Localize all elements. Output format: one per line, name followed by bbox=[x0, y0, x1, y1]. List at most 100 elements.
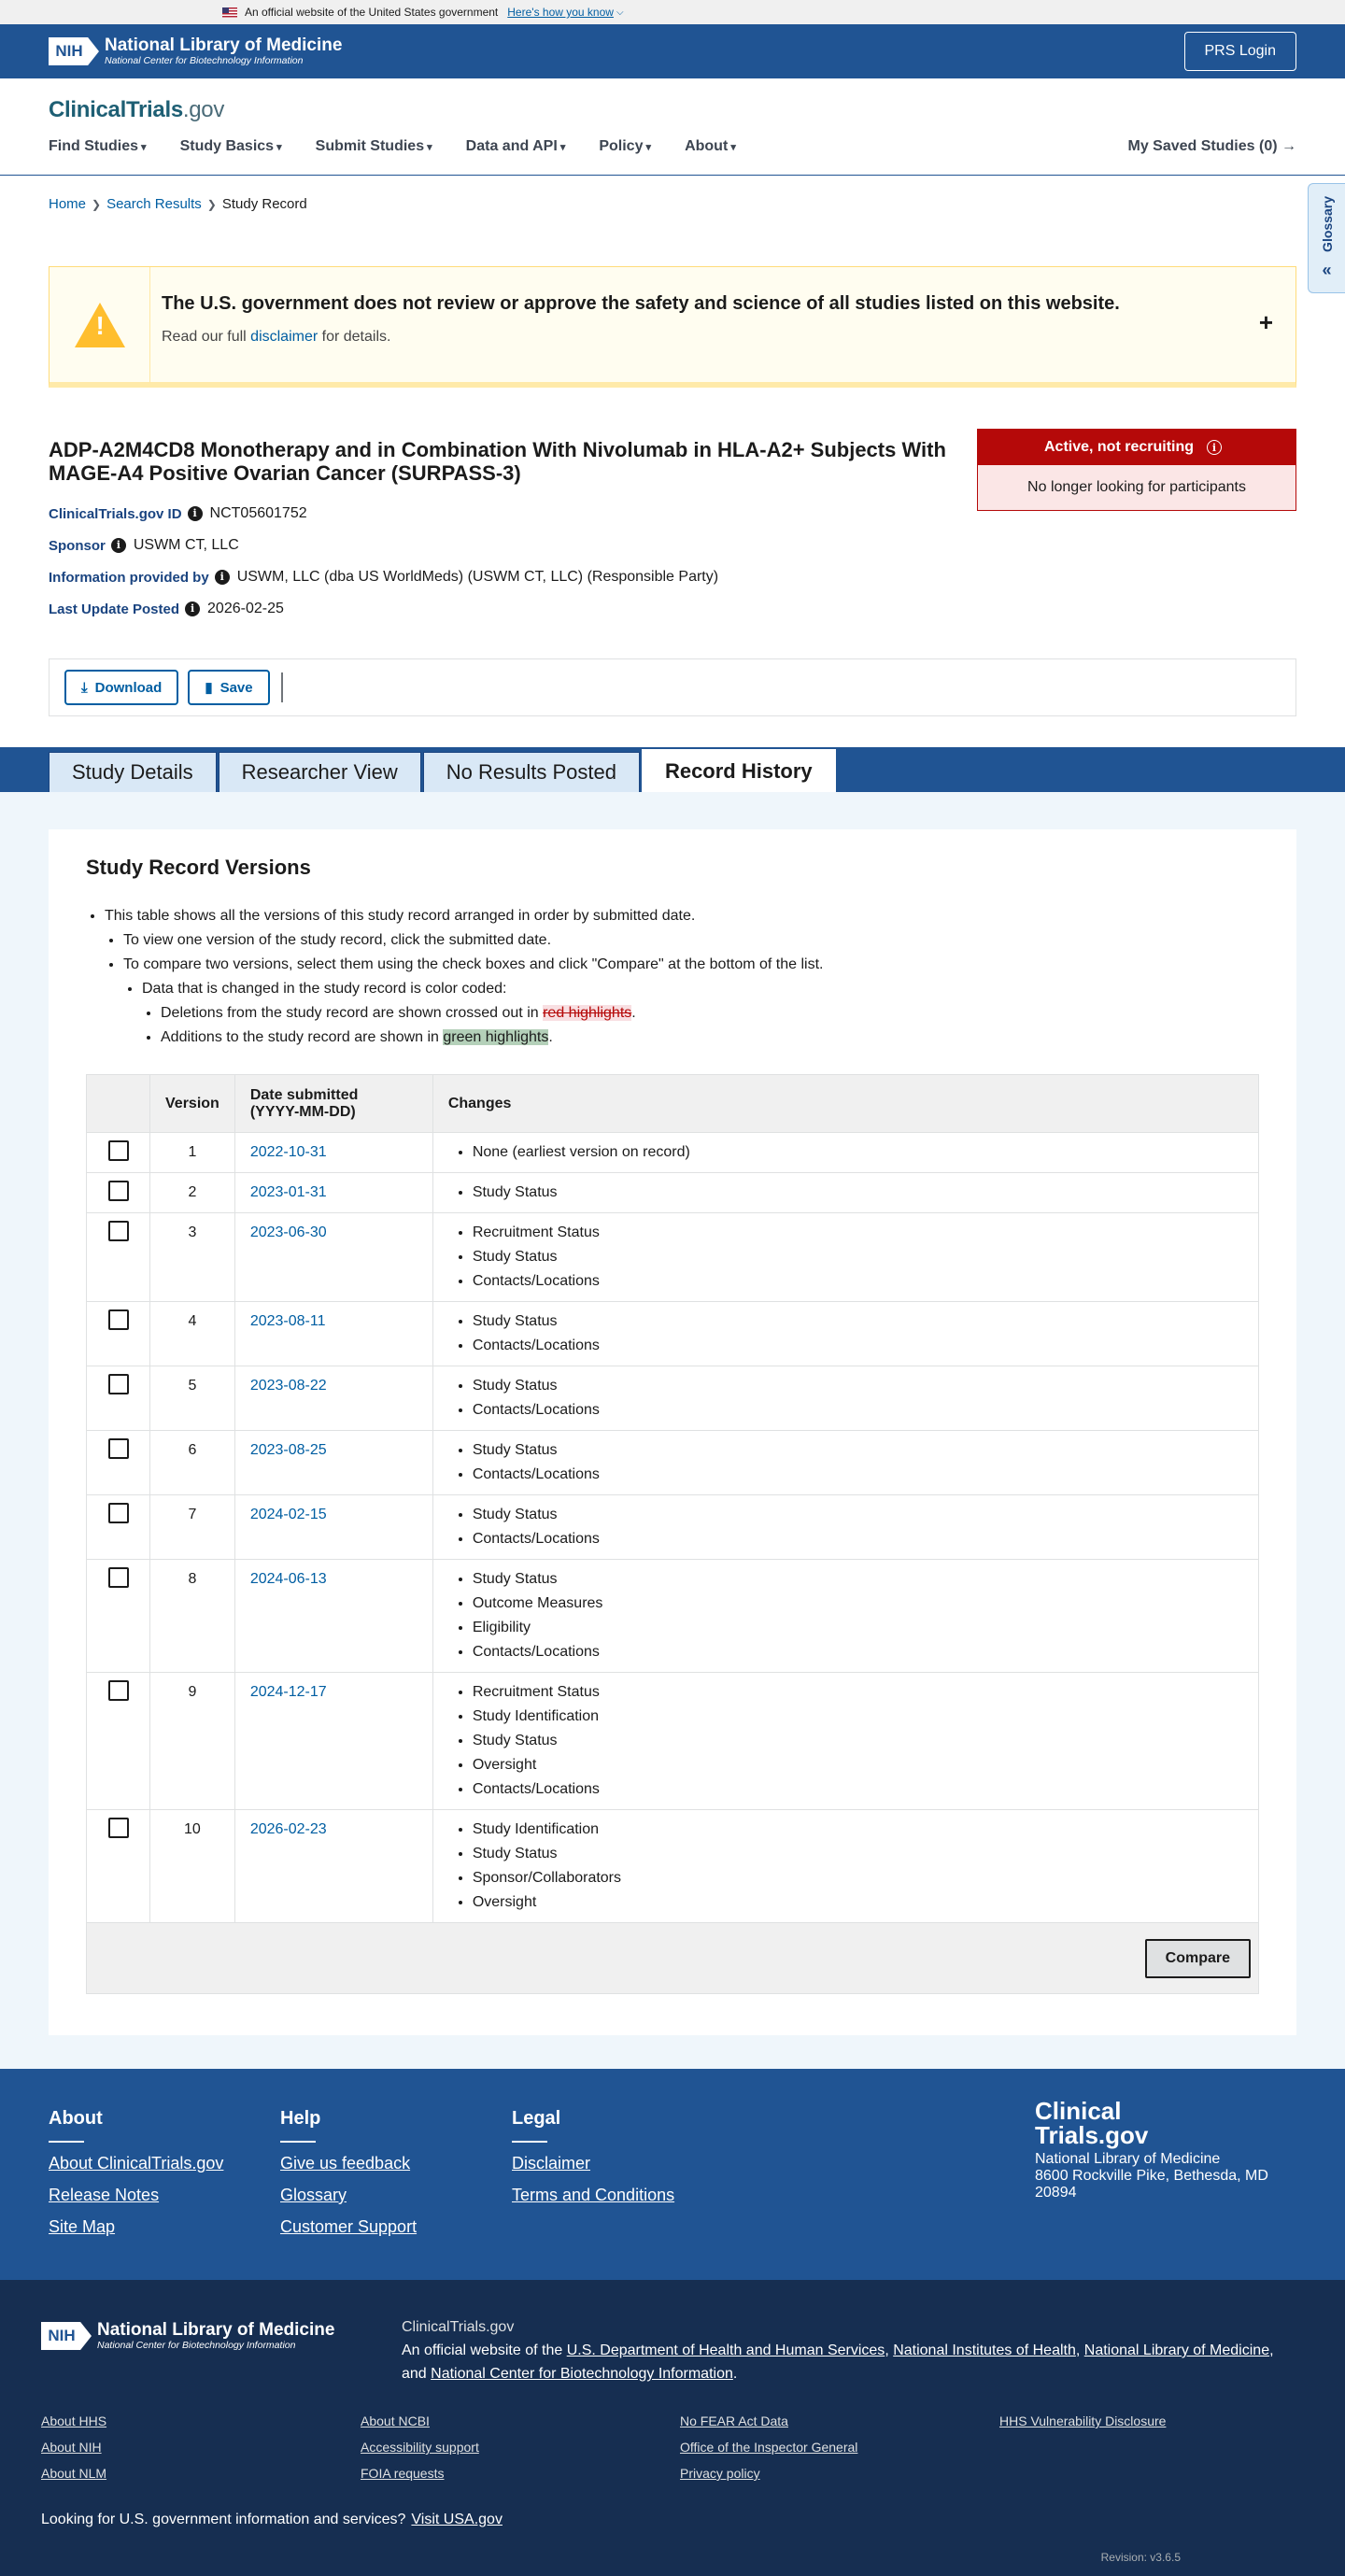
glossary-tab[interactable]: Glossary « bbox=[1308, 183, 1345, 293]
col-version: Version bbox=[149, 1074, 235, 1133]
footer-terms[interactable]: Terms and Conditions bbox=[512, 2186, 674, 2205]
info-icon[interactable]: i bbox=[110, 538, 126, 553]
link-usa-gov[interactable]: Visit USA.gov bbox=[411, 2512, 503, 2527]
version-date-link[interactable]: 2023-08-25 bbox=[250, 1442, 327, 1458]
info-icon[interactable]: i bbox=[1207, 440, 1223, 455]
version-date-link[interactable]: 2022-10-31 bbox=[250, 1144, 327, 1160]
version-checkbox[interactable] bbox=[107, 1502, 129, 1523]
version-number: 6 bbox=[149, 1430, 235, 1495]
gov-banner: An official website of the United States… bbox=[0, 0, 1345, 24]
footer-links-col2: About NCBI Accessibility support FOIA re… bbox=[361, 2413, 479, 2492]
link-about-ncbi[interactable]: About NCBI bbox=[361, 2413, 479, 2428]
version-checkbox[interactable] bbox=[107, 1139, 129, 1161]
change-item: Study Status bbox=[473, 1374, 1243, 1398]
disclaimer-link[interactable]: disclaimer bbox=[250, 329, 318, 345]
change-item: Recruitment Status bbox=[473, 1221, 1243, 1245]
footer-release-notes[interactable]: Release Notes bbox=[49, 2186, 223, 2205]
version-checkbox[interactable] bbox=[107, 1180, 129, 1201]
footer-logo[interactable]: Clinical Trials.gov bbox=[1035, 2099, 1278, 2147]
version-date-link[interactable]: 2023-08-22 bbox=[250, 1378, 327, 1394]
link-about-nih[interactable]: About NIH bbox=[41, 2440, 106, 2455]
nih-logo[interactable]: NIH National Library of Medicine Nationa… bbox=[49, 36, 342, 66]
breadcrumb-search-results[interactable]: Search Results bbox=[106, 196, 202, 212]
link-nih[interactable]: National Institutes of Health bbox=[893, 2342, 1076, 2358]
tab-study-details[interactable]: Study Details bbox=[49, 752, 217, 792]
version-date-link[interactable]: 2024-12-17 bbox=[250, 1684, 327, 1700]
nav-about[interactable]: About bbox=[685, 138, 736, 155]
version-date-link[interactable]: 2024-02-15 bbox=[250, 1507, 327, 1522]
footer-glossary[interactable]: Glossary bbox=[280, 2186, 417, 2205]
clinicaltrials-logo[interactable]: ClinicalTrials.gov bbox=[49, 97, 224, 123]
version-checkbox[interactable] bbox=[107, 1679, 129, 1701]
footer-support[interactable]: Customer Support bbox=[280, 2217, 417, 2237]
breadcrumb: Home ❯ Search Results ❯ Study Record bbox=[0, 176, 1345, 232]
version-date-link[interactable]: 2023-08-11 bbox=[250, 1313, 326, 1329]
change-item: Study Status bbox=[473, 1729, 1243, 1753]
link-foia[interactable]: FOIA requests bbox=[361, 2466, 479, 2481]
nav-find-studies[interactable]: Find Studies bbox=[49, 138, 147, 155]
table-row: 5 2023-08-22 Study StatusContacts/Location… bbox=[86, 1366, 1260, 1431]
section-heading: Study Record Versions bbox=[86, 856, 311, 879]
info-icon[interactable]: i bbox=[185, 602, 201, 616]
my-saved-studies-link[interactable]: My Saved Studies (0) → bbox=[1128, 138, 1297, 155]
col-changes: Changes bbox=[432, 1074, 1260, 1133]
nav-data-and-api[interactable]: Data and API bbox=[466, 138, 566, 155]
table-row: 1 2022-10-31 None (earliest version on rec… bbox=[86, 1132, 1260, 1173]
alert-body: Read our full disclaimer for details. bbox=[162, 329, 391, 345]
link-vulnerability[interactable]: HHS Vulnerability Disclosure bbox=[999, 2413, 1166, 2428]
table-row: 7 2024-02-15 Study StatusContacts/Location… bbox=[86, 1494, 1260, 1560]
change-item: Study Status bbox=[473, 1842, 1243, 1866]
link-accessibility[interactable]: Accessibility support bbox=[361, 2440, 479, 2455]
link-no-fear[interactable]: No FEAR Act Data bbox=[680, 2413, 857, 2428]
version-date-link[interactable]: 2024-06-13 bbox=[250, 1571, 327, 1587]
link-privacy[interactable]: Privacy policy bbox=[680, 2466, 857, 2481]
nav-study-basics[interactable]: Study Basics bbox=[180, 138, 282, 155]
version-checkbox[interactable] bbox=[107, 1373, 129, 1394]
save-button[interactable]: ▮ Save bbox=[188, 670, 270, 705]
info-icon[interactable]: i bbox=[187, 506, 203, 521]
footer-about-ctgov[interactable]: About ClinicalTrials.gov bbox=[49, 2154, 223, 2173]
divider bbox=[280, 672, 283, 702]
change-item: Oversight bbox=[473, 1890, 1243, 1915]
link-hhs[interactable]: U.S. Department of Health and Human Serv… bbox=[567, 2342, 885, 2358]
nav-submit-studies[interactable]: Submit Studies bbox=[316, 138, 432, 155]
version-date-link[interactable]: 2026-02-23 bbox=[250, 1821, 327, 1837]
expand-plus-icon[interactable]: + bbox=[1259, 308, 1273, 337]
link-about-nlm[interactable]: About NLM bbox=[41, 2466, 106, 2481]
version-number: 5 bbox=[149, 1366, 235, 1431]
breadcrumb-current: Study Record bbox=[221, 196, 307, 212]
version-checkbox[interactable] bbox=[107, 1566, 129, 1588]
tab-no-results-posted[interactable]: No Results Posted bbox=[422, 752, 640, 792]
version-date-link[interactable]: 2023-06-30 bbox=[250, 1224, 327, 1240]
breadcrumb-home[interactable]: Home bbox=[49, 196, 86, 212]
change-item: Study Status bbox=[473, 1245, 1243, 1269]
table-row: 8 2024-06-13 Study StatusOutcome MeasuresE… bbox=[86, 1559, 1260, 1673]
col-date: Date submitted (YYYY-MM-DD) bbox=[234, 1074, 433, 1133]
versions-intro: This table shows all the versions of thi… bbox=[86, 904, 1259, 1050]
footer-feedback[interactable]: Give us feedback bbox=[280, 2154, 417, 2173]
info-icon[interactable]: i bbox=[214, 570, 230, 585]
tab-record-history[interactable]: Record History bbox=[641, 749, 836, 792]
footer-disclaimer[interactable]: Disclaimer bbox=[512, 2154, 674, 2173]
link-ncbi[interactable]: National Center for Biotechnology Inform… bbox=[431, 2366, 733, 2382]
change-item: Oversight bbox=[473, 1753, 1243, 1777]
link-nlm[interactable]: National Library of Medicine bbox=[1084, 2342, 1269, 2358]
link-about-hhs[interactable]: About HHS bbox=[41, 2413, 106, 2428]
heres-how-you-know-link[interactable]: Here's how you know bbox=[507, 6, 614, 19]
prs-login-button[interactable]: PRS Login bbox=[1183, 32, 1296, 71]
version-checkbox[interactable] bbox=[107, 1309, 129, 1330]
compare-button[interactable]: Compare bbox=[1144, 1938, 1251, 1978]
change-item: Contacts/Locations bbox=[473, 1334, 1243, 1358]
version-checkbox[interactable] bbox=[107, 1437, 129, 1459]
version-number: 3 bbox=[149, 1212, 235, 1302]
table-row: 3 2023-06-30 Recruitment StatusStudy Statu… bbox=[86, 1212, 1260, 1302]
link-inspector-general[interactable]: Office of the Inspector General bbox=[680, 2440, 857, 2455]
version-checkbox[interactable] bbox=[107, 1220, 129, 1241]
download-button[interactable]: ⤓ Download bbox=[64, 670, 179, 705]
nav-policy[interactable]: Policy bbox=[599, 138, 651, 155]
version-checkbox[interactable] bbox=[107, 1817, 129, 1838]
footer-site-map[interactable]: Site Map bbox=[49, 2217, 223, 2237]
footer-nih-logo[interactable]: NIH National Library of Medicine Nationa… bbox=[41, 2321, 334, 2351]
tab-researcher-view[interactable]: Researcher View bbox=[218, 752, 421, 792]
version-date-link[interactable]: 2023-01-31 bbox=[250, 1184, 327, 1200]
